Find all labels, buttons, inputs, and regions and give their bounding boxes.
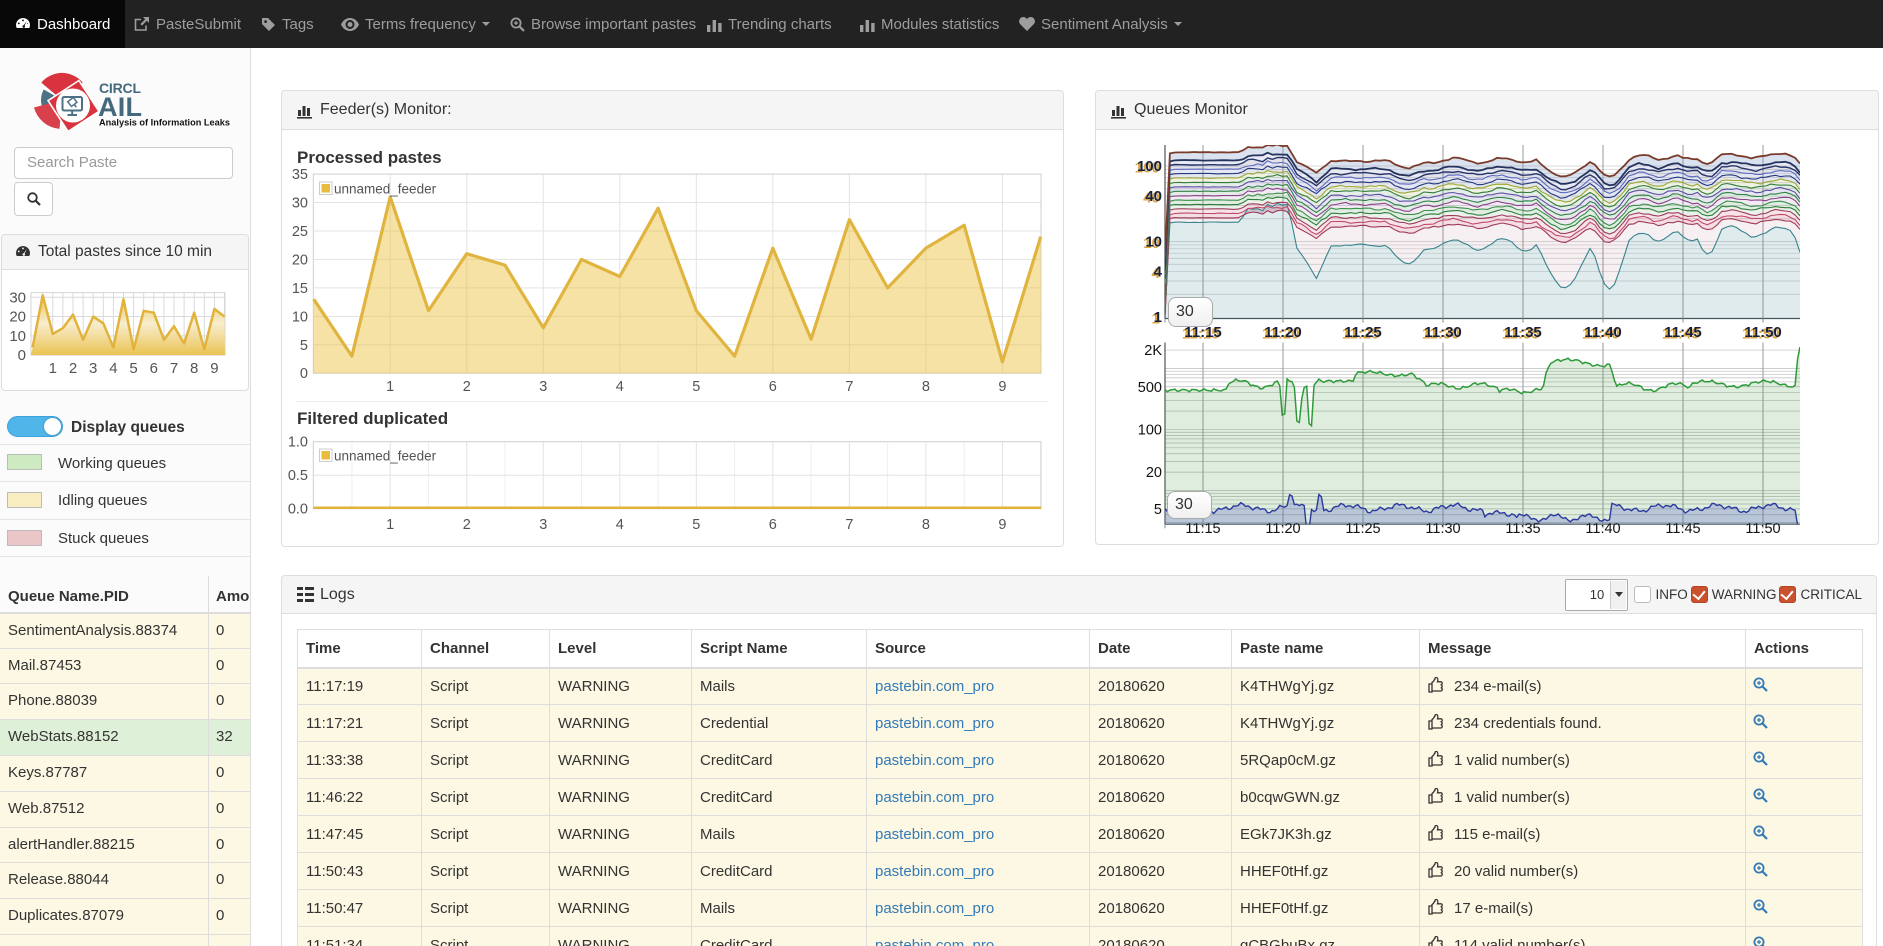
svg-text:Analysis of Information Leaks: Analysis of Information Leaks bbox=[99, 118, 230, 129]
